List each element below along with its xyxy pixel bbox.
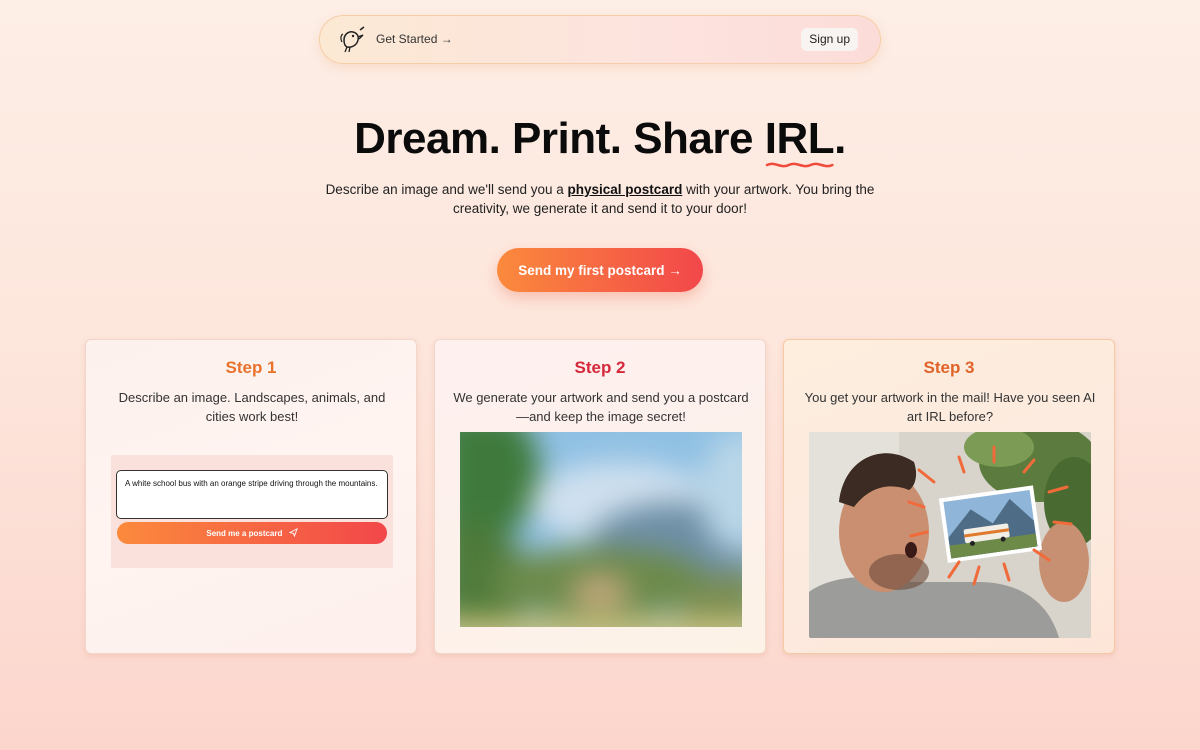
step-1-title: Step 1 xyxy=(225,358,277,377)
step-3-card: Step 3 You get your artwork in the mail!… xyxy=(783,339,1115,654)
person-with-postcard-photo xyxy=(809,432,1091,638)
prompt-form-preview: A white school bus with an orange stripe… xyxy=(111,455,393,568)
paper-plane-icon xyxy=(288,527,298,538)
prompt-textarea[interactable]: A white school bus with an orange stripe… xyxy=(116,470,388,519)
send-postcard-button[interactable]: Send me a postcard xyxy=(117,522,387,544)
step-3-title: Step 3 xyxy=(923,358,975,377)
squiggle-underline-icon xyxy=(765,162,834,168)
top-nav: Get Started → Sign up xyxy=(319,15,881,64)
blurred-artwork-image xyxy=(460,432,742,627)
subtitle-text-1: Describe an image and we'll send you a xyxy=(325,182,568,197)
hero-subtitle: Describe an image and we'll send you a p… xyxy=(320,180,880,218)
title-irl-text: IRL xyxy=(764,114,835,163)
step-2-title: Step 2 xyxy=(574,358,626,377)
step-3-text: You get your artwork in the mail! Have y… xyxy=(804,390,1096,424)
title-end: . xyxy=(834,114,846,163)
title-irl: IRL xyxy=(764,114,835,168)
title-main: Dream. Print. Share xyxy=(354,114,765,163)
step-1-text: Describe an image. Landscapes, animals, … xyxy=(118,390,386,424)
step-1-card: Step 1 Describe an image. Landscapes, an… xyxy=(85,339,417,654)
physical-postcard-emphasis: physical postcard xyxy=(567,182,683,197)
bird-brush-logo-icon[interactable] xyxy=(338,26,366,54)
step-2-card: Step 2 We generate your artwork and send… xyxy=(434,339,766,654)
page-title: Dream. Print. Share IRL. xyxy=(0,114,1200,168)
send-first-postcard-button[interactable]: Send my first postcard → xyxy=(497,248,703,292)
step-2-text: We generate your artwork and send you a … xyxy=(453,390,749,424)
sign-up-button[interactable]: Sign up xyxy=(801,28,858,51)
send-postcard-label: Send me a postcard xyxy=(206,529,283,538)
get-started-link[interactable]: Get Started → xyxy=(376,16,453,63)
